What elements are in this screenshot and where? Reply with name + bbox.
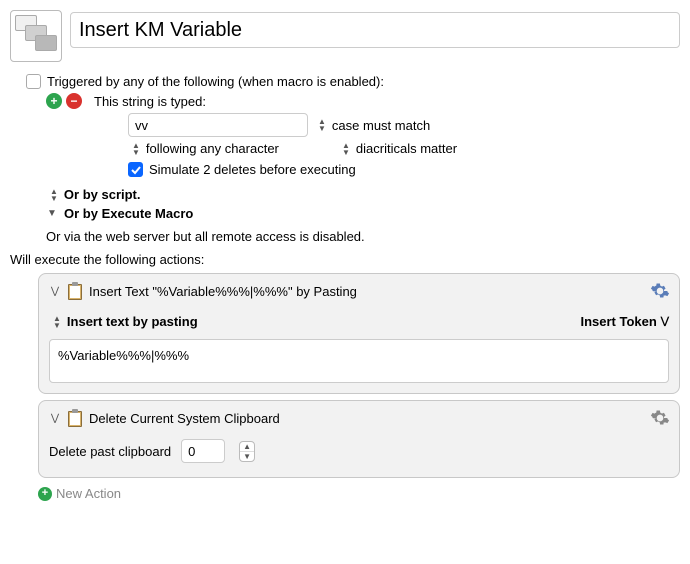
remove-trigger-button[interactable]: − bbox=[66, 93, 82, 109]
simulate-deletes-label: Simulate 2 deletes before executing bbox=[149, 162, 356, 177]
macro-title-input[interactable] bbox=[70, 12, 680, 48]
insert-token-menu[interactable]: Insert Token ⋁ bbox=[580, 314, 669, 329]
action-disclosure[interactable]: ⋁ bbox=[49, 286, 61, 297]
web-server-note: Or via the web server but all remote acc… bbox=[46, 229, 680, 244]
past-clipboard-stepper[interactable]: ▲ ▼ bbox=[239, 441, 255, 462]
action-card: ⋁ Delete Current System Clipboard Delete… bbox=[38, 400, 680, 478]
action-disclosure[interactable]: ⋁ bbox=[49, 413, 61, 424]
action-gear-button[interactable] bbox=[649, 280, 671, 302]
diacriticals-popup[interactable]: ▲▼ diacriticals matter bbox=[338, 141, 457, 156]
macro-type-icon bbox=[10, 10, 62, 62]
insert-text-field[interactable]: %Variable%%%|%%% bbox=[49, 339, 669, 383]
case-match-popup[interactable]: ▲▼ case must match bbox=[314, 118, 430, 133]
action-gear-button[interactable] bbox=[649, 407, 671, 429]
triggers-enabled-checkbox[interactable] bbox=[26, 74, 41, 89]
simulate-deletes-checkbox[interactable] bbox=[128, 162, 143, 177]
past-clipboard-input[interactable] bbox=[181, 439, 225, 463]
stepper-up-icon[interactable]: ▲ bbox=[240, 442, 254, 452]
delete-past-label: Delete past clipboard bbox=[49, 444, 171, 459]
stepper-down-icon[interactable]: ▼ bbox=[240, 452, 254, 461]
insert-mode-popup[interactable]: ▲▼ Insert text by pasting bbox=[49, 314, 198, 329]
following-char-popup[interactable]: ▲▼ following any character bbox=[128, 141, 279, 156]
action-title: Insert Text "%Variable%%%|%%%" by Pastin… bbox=[89, 284, 357, 299]
new-action-button[interactable]: + New Action bbox=[38, 486, 680, 501]
or-by-script-row[interactable]: ▲▼ Or by script. bbox=[46, 187, 141, 202]
clipboard-icon bbox=[67, 282, 83, 300]
clipboard-icon bbox=[67, 409, 83, 427]
action-card: ⋁ Insert Text "%Variable%%%|%%%" by Past… bbox=[38, 273, 680, 394]
execute-macro-disclosure[interactable]: ▼ bbox=[46, 208, 58, 219]
action-title: Delete Current System Clipboard bbox=[89, 411, 280, 426]
triggers-label: Triggered by any of the following (when … bbox=[47, 74, 384, 89]
trigger-type-label: This string is typed: bbox=[94, 94, 206, 109]
add-trigger-button[interactable]: + bbox=[46, 93, 62, 109]
plus-icon: + bbox=[38, 487, 52, 501]
typed-string-input[interactable] bbox=[128, 113, 308, 137]
actions-section-label: Will execute the following actions: bbox=[10, 252, 680, 267]
or-by-execute-macro-label: Or by Execute Macro bbox=[64, 206, 193, 221]
